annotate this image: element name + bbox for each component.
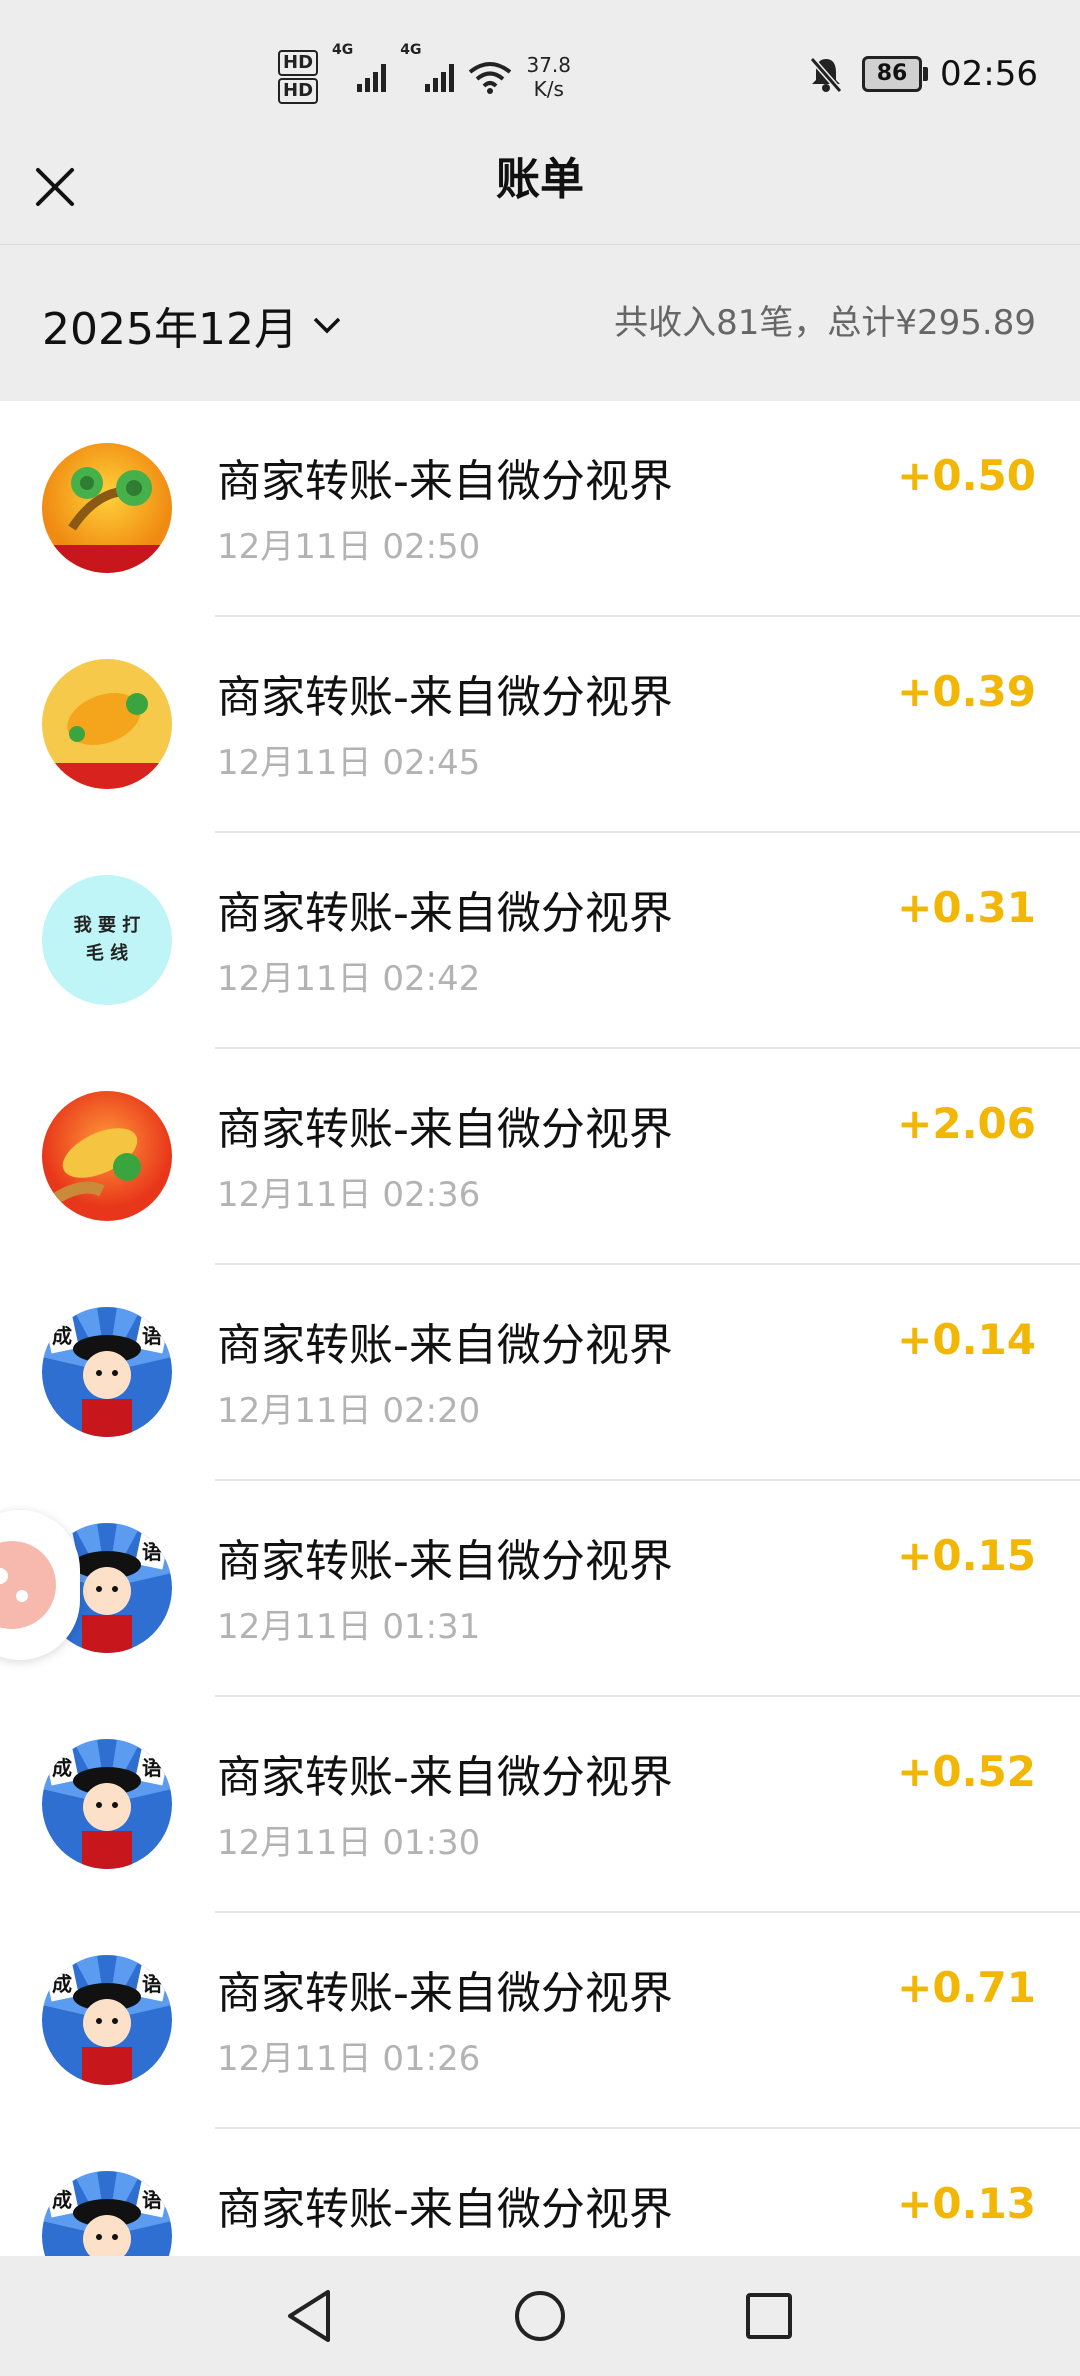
knitting-text-icon: 我 要 打 毛 线 (42, 875, 172, 1005)
transaction-title: 商家转账-来自微分视界 (217, 1752, 673, 1803)
transaction-row[interactable]: 成 语 商家转账-来自微分视界 12月11日 01:31 +0.15 (0, 1481, 1080, 1697)
transaction-time: 12月11日 02:45 (217, 743, 481, 783)
status-left: HD HD 4G 4G 37.8 K/s (278, 42, 571, 112)
svg-text:语: 语 (142, 1324, 162, 1348)
status-time: 02:56 (940, 54, 1038, 94)
signal-icon-2 (425, 62, 455, 92)
chevron-down-icon (313, 317, 341, 334)
transaction-amount: +0.13 (897, 2179, 1036, 2228)
svg-text:成: 成 (52, 1972, 72, 1996)
status-right: 86 02:56 (808, 46, 1038, 102)
transaction-row[interactable]: 商家转账-来自微分视界 12月11日 02:45 +0.39 (0, 617, 1080, 833)
recents-square-icon[interactable] (735, 2282, 803, 2350)
merchant-avatar (42, 659, 172, 789)
transaction-amount: +0.50 (897, 451, 1036, 500)
filter-bar: 2025年12月 共收入81笔，总计¥295.89 (0, 245, 1080, 401)
transaction-amount: +0.14 (897, 1315, 1036, 1364)
speed-unit: K/s (533, 77, 564, 101)
transaction-row[interactable]: 商家转账-来自微分视界 12月11日 02:36 +2.06 (0, 1049, 1080, 1265)
header: 账单 (0, 150, 1080, 245)
signal-icon (357, 62, 387, 92)
idiom-boy-icon: 成 语 (42, 1955, 172, 2085)
transaction-amount: +0.15 (897, 1531, 1036, 1580)
transaction-time: 12月11日 01:20 (217, 2247, 480, 2256)
page-title: 账单 (496, 154, 584, 205)
wifi-icon (469, 62, 512, 94)
transaction-time: 12月11日 02:36 (217, 1175, 481, 1215)
transaction-title: 商家转账-来自微分视界 (217, 1104, 673, 1155)
transaction-time: 12月11日 02:42 (217, 959, 481, 999)
transaction-row[interactable]: 成 语 商家转账-来自微分视界 12月11日 02:20 +0.14 (0, 1265, 1080, 1481)
merchant-avatar (42, 1091, 172, 1221)
idiom-boy-icon: 成 语 (42, 2171, 172, 2256)
svg-text:语: 语 (142, 2188, 162, 2212)
navigation-bar (0, 2256, 1080, 2376)
mute-bell-icon (809, 57, 843, 93)
transaction-row[interactable]: 成 语 商家转账-来自微分视界 12月11日 01:26 +0.71 (0, 1913, 1080, 2129)
svg-text:语: 语 (142, 1756, 162, 1780)
svg-text:我 要 打: 我 要 打 (74, 914, 141, 936)
transaction-amount: +0.39 (897, 667, 1036, 716)
back-triangle-icon[interactable] (276, 2282, 344, 2350)
idiom-boy-icon: 成 语 (42, 1739, 172, 1869)
transaction-time: 12月11日 01:31 (217, 1607, 481, 1647)
transaction-list: 商家转账-来自微分视界 12月11日 02:50 +0.50 商家转账-来自微分… (0, 401, 1080, 2256)
svg-text:毛 线: 毛 线 (86, 942, 128, 964)
transaction-time: 12月11日 02:20 (217, 1391, 481, 1431)
transaction-time: 12月11日 01:30 (217, 1823, 481, 1863)
transaction-time: 12月11日 02:50 (217, 527, 481, 567)
hd2-badge: HD (278, 78, 319, 104)
svg-text:成: 成 (52, 1756, 72, 1780)
hd1-badge: HD (278, 50, 319, 76)
transaction-time: 12月11日 01:26 (217, 2039, 481, 2079)
fortune-game-icon (42, 443, 172, 573)
status-bar: HD HD 4G 4G 37.8 K/s 86 02:56 (0, 0, 1080, 150)
transaction-row[interactable]: 我 要 打 毛 线 商家转账-来自微分视界 12月11日 02:42 +0.31 (0, 833, 1080, 1049)
income-summary: 共收入81笔，总计¥295.89 (614, 303, 1036, 343)
hd-indicator: HD HD (278, 48, 319, 106)
transaction-amount: +2.06 (897, 1099, 1036, 1148)
transaction-title: 商家转账-来自微分视界 (217, 672, 673, 723)
svg-text:成: 成 (52, 2188, 72, 2212)
idiom-boy-icon: 成 语 (42, 1307, 172, 1437)
transaction-row[interactable]: 成 语 商家转账-来自微分视界 12月11日 01:20 +0.13 (0, 2129, 1080, 2256)
merchant-avatar: 成 语 (42, 1739, 172, 1869)
transaction-title: 商家转账-来自微分视界 (217, 1320, 673, 1371)
svg-text:语: 语 (142, 1540, 162, 1564)
battery-icon: 86 (862, 56, 929, 92)
month-selector[interactable]: 2025年12月 (42, 293, 342, 357)
transaction-amount: +0.71 (897, 1963, 1036, 2012)
transaction-title: 商家转账-来自微分视界 (217, 1536, 673, 1587)
transaction-title: 商家转账-来自微分视界 (217, 456, 673, 507)
network-type-1: 4G (332, 42, 354, 58)
merchant-avatar: 成 语 (42, 2171, 172, 2256)
svg-text:成: 成 (52, 1324, 72, 1348)
merchant-avatar: 我 要 打 毛 线 (42, 875, 172, 1005)
transaction-amount: +0.52 (897, 1747, 1036, 1796)
svg-text:语: 语 (142, 1972, 162, 1996)
corn-game-icon (42, 1091, 172, 1221)
transaction-title: 商家转账-来自微分视界 (217, 888, 673, 939)
merchant-avatar: 成 语 (42, 1955, 172, 2085)
network-type-2: 4G (400, 42, 422, 58)
transaction-amount: +0.31 (897, 883, 1036, 932)
transaction-row[interactable]: 商家转账-来自微分视界 12月11日 02:50 +0.50 (0, 401, 1080, 617)
month-label: 2025年12月 (42, 304, 298, 355)
transaction-title: 商家转账-来自微分视界 (217, 2184, 673, 2235)
transaction-row[interactable]: 成 语 商家转账-来自微分视界 12月11日 01:30 +0.52 (0, 1697, 1080, 1913)
close-icon[interactable] (28, 160, 82, 214)
jade-game-icon (42, 659, 172, 789)
merchant-avatar (42, 443, 172, 573)
network-speed: 37.8 K/s (526, 53, 571, 101)
merchant-avatar: 成 语 (42, 1307, 172, 1437)
home-circle-icon[interactable] (506, 2282, 574, 2350)
transaction-title: 商家转账-来自微分视界 (217, 1968, 673, 2019)
speed-value: 37.8 (526, 53, 572, 77)
